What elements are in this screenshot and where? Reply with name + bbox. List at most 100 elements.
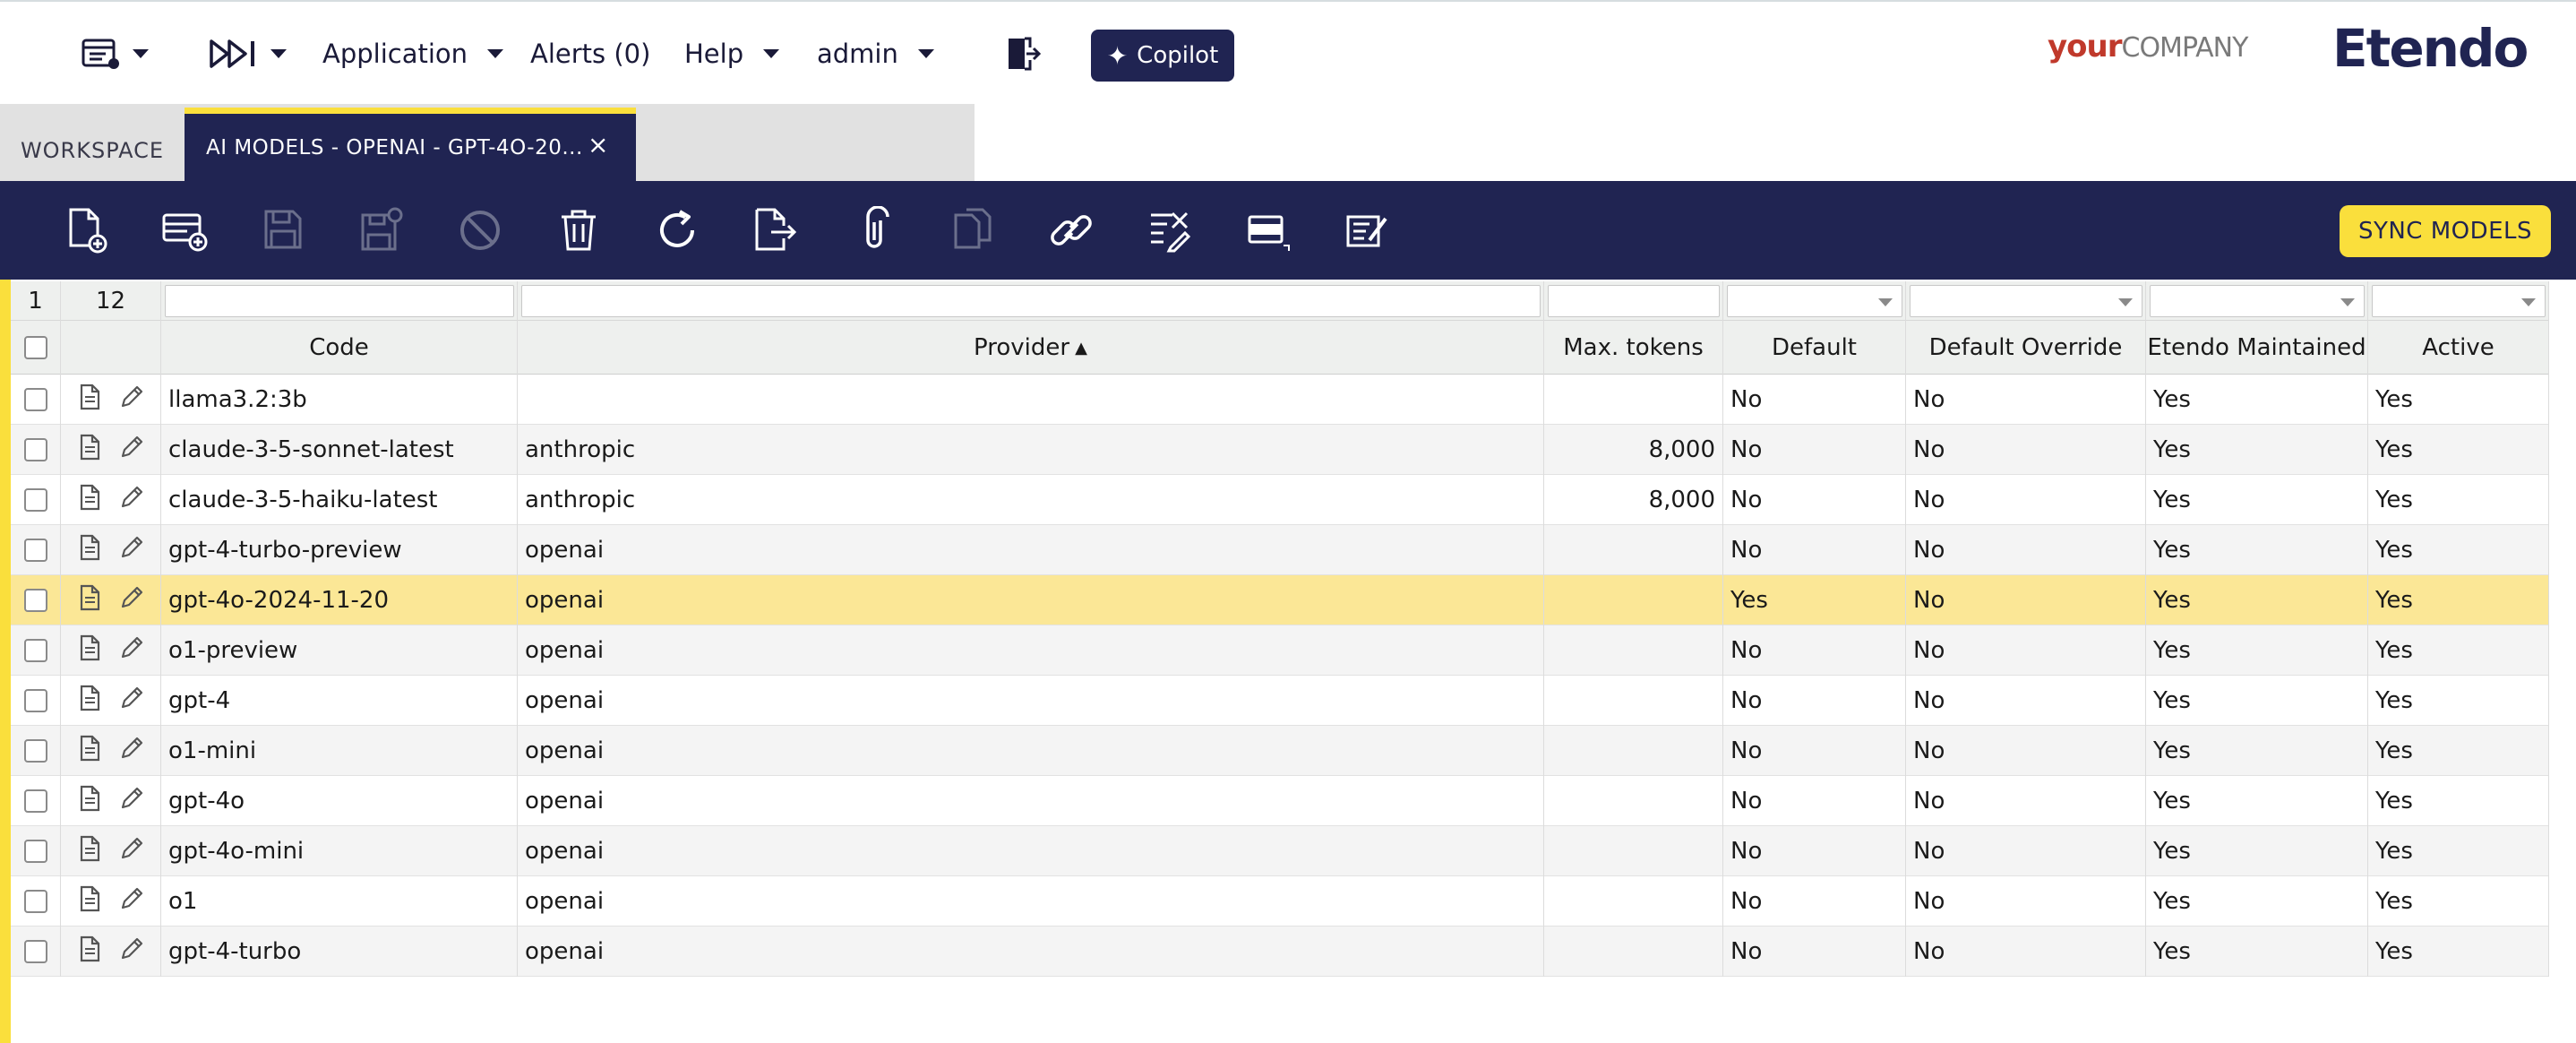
filter-max-tokens-input[interactable] — [1548, 285, 1720, 317]
menu-help[interactable]: Help — [684, 25, 780, 82]
row-checkbox[interactable] — [23, 539, 47, 562]
row-checkbox[interactable] — [23, 789, 47, 813]
table-row[interactable]: claude-3-5-haiku-latest anthropic 8,000 No N… — [11, 475, 2549, 525]
cell-default-override: No — [1906, 776, 2146, 826]
menu-alerts[interactable]: Alerts (0) — [530, 25, 650, 82]
row-checkbox[interactable] — [23, 940, 47, 963]
open-record-icon[interactable] — [76, 685, 103, 718]
chevron-down-icon — [2521, 298, 2536, 306]
column-header-etendo-maintained[interactable]: Etendo Maintained — [2146, 321, 2368, 375]
menu-application[interactable]: Application — [322, 25, 504, 82]
company-logo-your: your — [2048, 29, 2122, 65]
table-row[interactable]: gpt-4-turbo openai No No Yes Yes — [11, 927, 2549, 977]
open-record-icon[interactable] — [76, 534, 103, 567]
cell-default: No — [1723, 625, 1906, 676]
form-menu-button[interactable] — [81, 25, 149, 82]
table-row[interactable]: o1 openai No No Yes Yes — [11, 876, 2549, 927]
edit-row-pencil-icon[interactable] — [118, 584, 145, 617]
row-checkbox[interactable] — [23, 488, 47, 512]
open-record-icon[interactable] — [76, 735, 103, 768]
edit-row-pencil-icon[interactable] — [118, 785, 145, 818]
delete-button[interactable] — [552, 203, 605, 257]
select-all-checkbox[interactable] — [23, 336, 47, 359]
quick-launch-button[interactable] — [208, 25, 287, 82]
audit-button[interactable] — [1143, 203, 1197, 257]
table-row[interactable]: gpt-4o-2024-11-20 openai Yes No Yes Yes — [11, 575, 2549, 625]
filter-etendo-maintained-select[interactable] — [2150, 285, 2365, 317]
save-close-button[interactable] — [355, 203, 408, 257]
filter-active-select[interactable] — [2372, 285, 2546, 317]
tab-workspace[interactable]: WORKSPACE — [0, 104, 185, 181]
column-header-code[interactable]: Code — [161, 321, 518, 375]
clone-button[interactable] — [946, 203, 1000, 257]
column-header-provider[interactable]: Provider ▲ — [518, 321, 1544, 375]
new-row-button[interactable] — [158, 203, 211, 257]
edit-row-pencil-icon[interactable] — [118, 735, 145, 768]
grid-header-row: Code Provider ▲ Max. tokens Default Defa… — [11, 321, 2549, 375]
open-record-icon[interactable] — [76, 885, 103, 918]
new-document-button[interactable] — [59, 203, 113, 257]
menu-user[interactable]: admin — [817, 25, 934, 82]
table-row[interactable]: gpt-4-turbo-preview openai No No Yes Yes — [11, 525, 2549, 575]
open-record-icon[interactable] — [76, 785, 103, 818]
row-checkbox[interactable] — [23, 840, 47, 863]
link-button[interactable] — [1044, 203, 1098, 257]
sync-models-button[interactable]: SYNC MODELS — [2340, 205, 2551, 257]
open-record-icon[interactable] — [76, 484, 103, 517]
open-record-icon[interactable] — [76, 584, 103, 617]
cell-active: Yes — [2368, 575, 2549, 625]
export-button[interactable] — [749, 203, 803, 257]
edit-row-pencil-icon[interactable] — [118, 534, 145, 567]
table-row[interactable]: gpt-4 openai No No Yes Yes — [11, 676, 2549, 726]
open-record-icon[interactable] — [76, 434, 103, 467]
table-row[interactable]: gpt-4o-mini openai No No Yes Yes — [11, 826, 2549, 876]
table-row[interactable]: o1-mini openai No No Yes Yes — [11, 726, 2549, 776]
filter-default-select[interactable] — [1727, 285, 1902, 317]
save-button[interactable] — [256, 203, 310, 257]
column-header-max-tokens[interactable]: Max. tokens — [1544, 321, 1723, 375]
edit-row-pencil-icon[interactable] — [118, 484, 145, 517]
edit-row-pencil-icon[interactable] — [118, 634, 145, 668]
table-row[interactable]: gpt-4o openai No No Yes Yes — [11, 776, 2549, 826]
open-record-icon[interactable] — [76, 384, 103, 417]
row-checkbox[interactable] — [23, 739, 47, 763]
edit-row-pencil-icon[interactable] — [118, 384, 145, 417]
logout-icon — [1009, 37, 1041, 71]
table-row[interactable]: llama3.2:3b No No Yes Yes — [11, 375, 2549, 425]
grid-view-button[interactable] — [1241, 203, 1295, 257]
filter-code-input[interactable] — [165, 285, 514, 317]
open-record-icon[interactable] — [76, 935, 103, 969]
edit-row-pencil-icon[interactable] — [118, 935, 145, 969]
row-checkbox[interactable] — [23, 589, 47, 612]
attachment-button[interactable] — [847, 203, 901, 257]
edit-row-pencil-icon[interactable] — [118, 835, 145, 868]
row-checkbox[interactable] — [23, 639, 47, 662]
column-header-active[interactable]: Active — [2368, 321, 2549, 375]
row-checkbox[interactable] — [23, 890, 47, 913]
table-row[interactable]: o1-preview openai No No Yes Yes — [11, 625, 2549, 676]
filter-provider-input[interactable] — [521, 285, 1541, 317]
open-record-icon[interactable] — [76, 634, 103, 668]
process-button[interactable] — [1340, 203, 1394, 257]
refresh-button[interactable] — [650, 203, 704, 257]
row-checkbox[interactable] — [23, 689, 47, 712]
row-checkbox[interactable] — [23, 388, 47, 411]
close-icon[interactable]: × — [588, 130, 609, 159]
edit-row-pencil-icon[interactable] — [118, 434, 145, 467]
cell-provider: openai — [518, 625, 1544, 676]
cell-code: gpt-4-turbo-preview — [161, 525, 518, 575]
process-icon — [1346, 215, 1387, 247]
menu-user-label: admin — [817, 39, 898, 69]
column-header-default[interactable]: Default — [1723, 321, 1906, 375]
column-header-default-override[interactable]: Default Override — [1906, 321, 2146, 375]
logout-button[interactable] — [1003, 25, 1041, 82]
copilot-button[interactable]: ✦ Copilot — [1091, 30, 1234, 82]
open-record-icon[interactable] — [76, 835, 103, 868]
undo-button[interactable] — [453, 203, 507, 257]
edit-row-pencil-icon[interactable] — [118, 885, 145, 918]
filter-default-override-select[interactable] — [1910, 285, 2142, 317]
tab-ai-models[interactable]: AI MODELS - OPENAI - GPT-4O-20... × — [185, 108, 636, 181]
row-checkbox[interactable] — [23, 438, 47, 461]
edit-row-pencil-icon[interactable] — [118, 685, 145, 718]
table-row[interactable]: claude-3-5-sonnet-latest anthropic 8,000 No… — [11, 425, 2549, 475]
